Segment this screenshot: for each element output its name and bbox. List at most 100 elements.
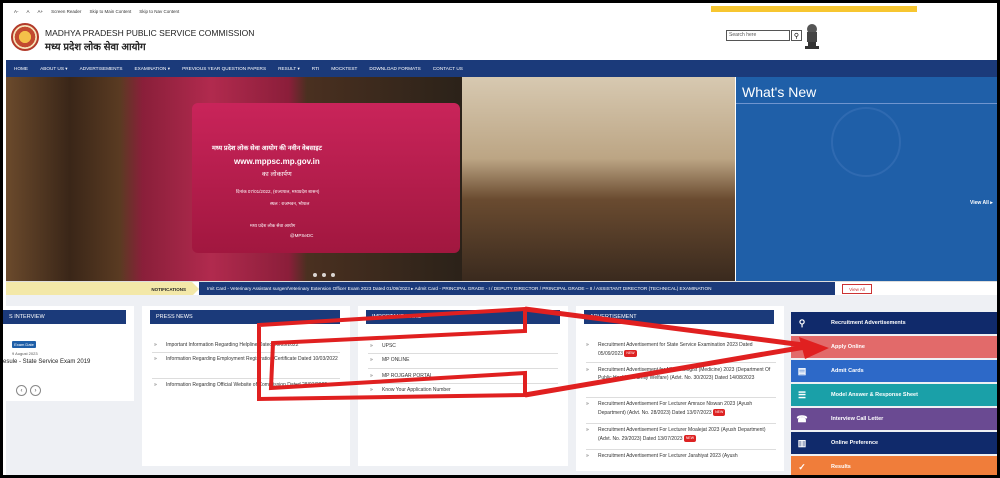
font-increase-link[interactable]: A+ xyxy=(38,9,44,14)
slide-text-line3: का लोकार्पण xyxy=(262,171,292,178)
quick-link-label: Model Answer & Response Sheet xyxy=(831,392,918,398)
notifications-label: NOTIFICATIONS xyxy=(6,282,199,296)
nav-examination[interactable]: EXAMINATION ▾ xyxy=(135,66,171,72)
search-input[interactable]: Search here xyxy=(726,30,790,41)
quick-link-online-preference[interactable]: ▥ Online Preference xyxy=(791,432,997,454)
quick-link-label: Results xyxy=(831,464,851,470)
site-title-english: MADHYA PRADESH PUBLIC SERVICE COMMISSION xyxy=(45,28,255,38)
quick-link-label: Recruitment Advertisements xyxy=(831,320,906,326)
exam-date-badge: Exam Date xyxy=(12,341,36,348)
whats-new-view-all[interactable]: View All ▸ xyxy=(970,200,993,206)
slide-text-url: www.mppsc.mp.gov.in xyxy=(234,157,320,166)
divider xyxy=(368,368,558,369)
slider-dots[interactable] xyxy=(313,273,335,277)
ad-item[interactable]: Recruitment Advertisement For Lecturer M… xyxy=(586,427,778,443)
divider xyxy=(586,423,776,424)
site-header: MADHYA PRADESH PUBLIC SERVICE COMMISSION… xyxy=(6,16,997,60)
ad-item[interactable]: Recruitment Advertisement For Lecturer J… xyxy=(586,453,778,461)
ad-item[interactable]: Recruitment Advertisement for State Serv… xyxy=(586,342,778,358)
seal-watermark-icon xyxy=(831,107,901,177)
new-badge: NEW xyxy=(683,434,697,442)
advertisement-card: ADVERTISEMENT Recruitment Advertisement … xyxy=(576,306,784,471)
nav-download-formats[interactable]: DOWNLOAD FORMATS xyxy=(369,66,420,71)
quick-link-icon: ⚲ xyxy=(798,317,806,328)
skip-main-link[interactable]: Skip to Main Content xyxy=(89,9,131,14)
nav-contact[interactable]: CONTACT US xyxy=(433,66,463,71)
press-item[interactable]: Information Regarding Employment Registr… xyxy=(154,356,344,364)
new-badge: NEW xyxy=(713,408,726,416)
main-nav: HOME ABOUT US ▾ ADVERTISEMENTS EXAMINATI… xyxy=(6,60,997,77)
press-news-header: PRESS NEWS xyxy=(150,310,340,324)
search-button[interactable]: ⚲ xyxy=(791,30,802,41)
skip-nav-link[interactable]: Skip to Nav Content xyxy=(139,9,179,14)
commission-logo[interactable] xyxy=(11,23,39,51)
font-reset-link[interactable]: A xyxy=(27,9,30,14)
divider xyxy=(586,449,776,450)
important-links-header: IMPORTANT LINKS xyxy=(366,310,560,324)
quick-link-model-answer-response-sheet[interactable]: ☰ Model Answer & Response Sheet xyxy=(791,384,997,406)
next-arrow-icon[interactable]: › xyxy=(30,385,41,396)
quick-link-apply-online[interactable]: ✎ Apply Online xyxy=(791,336,997,358)
divider xyxy=(586,362,776,363)
notifications-ticker[interactable]: Imit Card - Veterinary Assistant surgen/… xyxy=(199,282,835,296)
advertisement-header: ADVERTISEMENT xyxy=(584,310,774,324)
interview-text[interactable]: esule - State Service Exam 2019 xyxy=(3,359,90,365)
slide-photo-launch: मध्य प्रदेश लोक सेवा आयोग की नवीन वेबसाइ… xyxy=(6,77,462,281)
nav-advertisements[interactable]: ADVERTISEMENTS xyxy=(80,66,123,71)
quick-link-icon: ▤ xyxy=(797,365,807,376)
quick-link-admit-cards[interactable]: ▤ Admit Cards xyxy=(791,360,997,382)
nav-previous-papers[interactable]: PREVIOUS YEAR QUESTION PAPERS xyxy=(182,66,266,71)
national-emblem-icon xyxy=(805,24,819,49)
divider xyxy=(152,352,340,353)
font-decrease-link[interactable]: A- xyxy=(14,9,19,14)
divider xyxy=(152,378,340,379)
screenshot-frame: A- A A+ Screen Reader Skip to Main Conte… xyxy=(0,0,1000,478)
nav-rti[interactable]: RTI xyxy=(312,66,319,71)
quick-link-label: Interview Call Letter xyxy=(831,416,884,422)
slide-text-venue: स्थल : राजभवन, भोपाल xyxy=(270,201,310,206)
quick-link-label: Admit Cards xyxy=(831,368,864,374)
prev-arrow-icon[interactable]: ‹ xyxy=(16,385,27,396)
interview-header: S INTERVIEW xyxy=(3,310,126,324)
link-item-mponline[interactable]: MP ONLINE xyxy=(370,357,410,365)
side-blue-block xyxy=(736,213,997,281)
hero-slider[interactable]: मध्य प्रदेश लोक सेवा आयोग की नवीन वेबसाइ… xyxy=(6,77,735,281)
quick-link-recruitment-advertisements[interactable]: ⚲ Recruitment Advertisements xyxy=(791,312,997,334)
quick-link-label: Online Preference xyxy=(831,440,879,446)
quick-link-interview-call-letter[interactable]: ☎ Interview Call Letter xyxy=(791,408,997,430)
nav-mocktest[interactable]: MOCKTEST xyxy=(331,66,357,71)
quick-link-icon: ✓ xyxy=(798,461,806,472)
important-links-card: IMPORTANT LINKS UPSC MP ONLINE MP ROJGAR… xyxy=(358,306,568,466)
quick-link-results[interactable]: ✓ Results xyxy=(791,456,997,475)
divider xyxy=(586,397,776,398)
notifications-bar: NOTIFICATIONS Imit Card - Veterinary Ass… xyxy=(6,281,997,296)
accessibility-bar: A- A A+ Screen Reader Skip to Main Conte… xyxy=(6,6,997,16)
slide-photo-meeting xyxy=(462,77,735,281)
whats-new-title: What's New xyxy=(742,84,817,100)
nav-about[interactable]: ABOUT US ▾ xyxy=(40,66,68,72)
nav-home[interactable]: HOME xyxy=(14,66,28,71)
divider xyxy=(368,353,558,354)
slide-text-line1: मध्य प्रदेश लोक सेवा आयोग की नवीन वेबसाइ… xyxy=(212,145,322,152)
screen-reader-link[interactable]: Screen Reader xyxy=(51,9,81,14)
whats-new-panel: What's New View All ▸ xyxy=(736,77,997,213)
link-item-rojgar[interactable]: MP ROJGAR PORTAL xyxy=(370,373,432,381)
quick-link-icon: ☎ xyxy=(796,413,808,424)
press-item[interactable]: Information Regarding Official Website o… xyxy=(154,382,344,390)
notifications-view-all[interactable]: View All xyxy=(842,284,872,294)
quick-link-icon: ☰ xyxy=(797,389,807,400)
content-section: S INTERVIEW Exam Date 9 August 2023 esul… xyxy=(3,295,997,475)
ad-item[interactable]: Recruitment Advertisement For Lecturer A… xyxy=(586,401,778,417)
link-item-application-number[interactable]: Know Your Application Number xyxy=(370,387,451,395)
new-badge: NEW xyxy=(624,349,637,357)
nav-result[interactable]: RESULT ▾ xyxy=(278,66,300,72)
interview-card: S INTERVIEW Exam Date 9 August 2023 esul… xyxy=(3,306,134,401)
ad-item[interactable]: Recruitment Advertisement for Microbiolo… xyxy=(586,367,778,382)
site-title-hindi: मध्य प्रदेश लोक सेवा आयोग xyxy=(45,42,146,53)
quick-link-icon: ✎ xyxy=(798,341,806,352)
search-icon: ⚲ xyxy=(793,32,800,40)
press-item[interactable]: Important Information Regarding Helpline… xyxy=(154,342,344,350)
quick-link-icon: ▥ xyxy=(797,437,807,448)
link-item-upsc[interactable]: UPSC xyxy=(370,343,396,351)
slide-text-date: दिनांक 07/01/2022, (राज्यपाल, मध्यप्रदेश… xyxy=(236,189,320,194)
